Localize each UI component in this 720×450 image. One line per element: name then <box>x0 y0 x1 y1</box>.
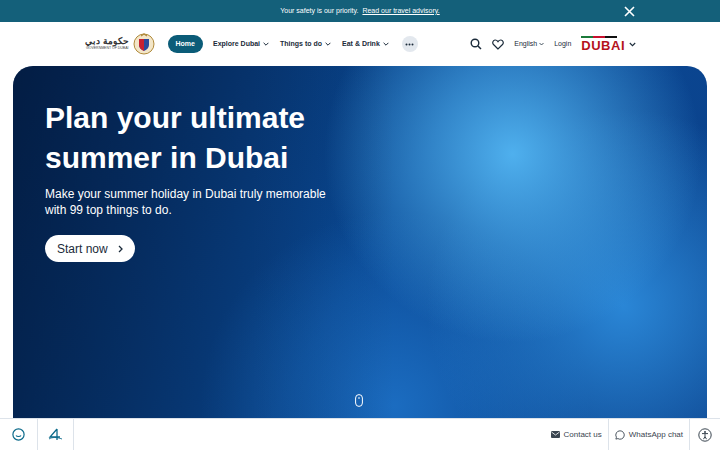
chevron-down-icon <box>629 42 636 47</box>
travel-advisory-link[interactable]: Read our travel advisory. <box>362 7 439 14</box>
chevron-down-icon <box>383 42 389 46</box>
search-icon[interactable] <box>470 38 482 50</box>
government-logo[interactable]: حكومة دبي GOVERNMENT OF DUBAI <box>85 32 156 56</box>
scroll-mouse-icon[interactable] <box>355 394 363 407</box>
nav-item[interactable]: Explore Dubai <box>212 35 270 53</box>
accessibility-icon[interactable] <box>698 428 712 442</box>
nav-item[interactable]: Things to do <box>279 35 332 53</box>
mail-icon <box>551 431 560 438</box>
whatsapp-label: WhatsApp chat <box>629 429 683 441</box>
close-banner-button[interactable] <box>623 5 635 17</box>
language-selector[interactable]: English <box>514 39 544 50</box>
smiley-icon[interactable] <box>12 428 25 441</box>
hero-banner: Plan your ultimate summer in Dubai Make … <box>13 66 707 450</box>
start-now-button[interactable]: Start now <box>45 235 135 262</box>
logo-arabic: حكومة دبي <box>85 37 129 46</box>
whatsapp-icon <box>615 430 625 440</box>
safety-banner: Your safety is our priority. Read our tr… <box>0 0 720 22</box>
logo-english: GOVERNMENT OF DUBAI <box>86 47 129 51</box>
hero-title: Plan your ultimate summer in Dubai <box>45 98 320 178</box>
brand-logo[interactable]: DUBAI <box>581 36 636 52</box>
chevron-right-icon <box>118 245 123 253</box>
more-icon <box>405 43 414 46</box>
close-icon <box>624 6 635 17</box>
language-label: English <box>514 39 537 50</box>
chevron-down-icon <box>539 42 544 46</box>
nav-item-label: Home <box>176 39 195 50</box>
nav-item-label: Eat & Drink <box>342 39 380 50</box>
contact-us-button[interactable]: Contact us <box>545 419 609 450</box>
main-nav: حكومة دبي GOVERNMENT OF DUBAI Home Explor… <box>0 22 720 66</box>
whatsapp-button[interactable]: WhatsApp chat <box>609 419 690 450</box>
more-button[interactable] <box>402 36 418 52</box>
chevron-down-icon <box>325 42 331 46</box>
nav-item[interactable]: Home <box>168 35 203 53</box>
nav-item-label: Things to do <box>280 39 322 50</box>
login-link[interactable]: Login <box>554 39 571 50</box>
start-now-label: Start now <box>57 240 108 258</box>
emblem-icon <box>132 32 156 56</box>
hero-subtitle: Make your summer holiday in Dubai truly … <box>45 186 345 218</box>
nav-item-label: Explore Dubai <box>213 39 260 50</box>
banner-message: Your safety is our priority. <box>280 7 358 14</box>
contact-us-label: Contact us <box>564 429 602 441</box>
nav-menu: Home Explore Dubai Things to do Eat & Drink <box>168 35 390 53</box>
chevron-down-icon <box>263 42 269 46</box>
nav-item[interactable]: Eat & Drink <box>341 35 390 53</box>
heart-icon[interactable] <box>492 39 504 50</box>
dubai-app-icon[interactable] <box>48 428 63 441</box>
brand-text: DUBAI <box>581 39 625 52</box>
bottom-bar: Contact us WhatsApp chat <box>0 418 720 450</box>
